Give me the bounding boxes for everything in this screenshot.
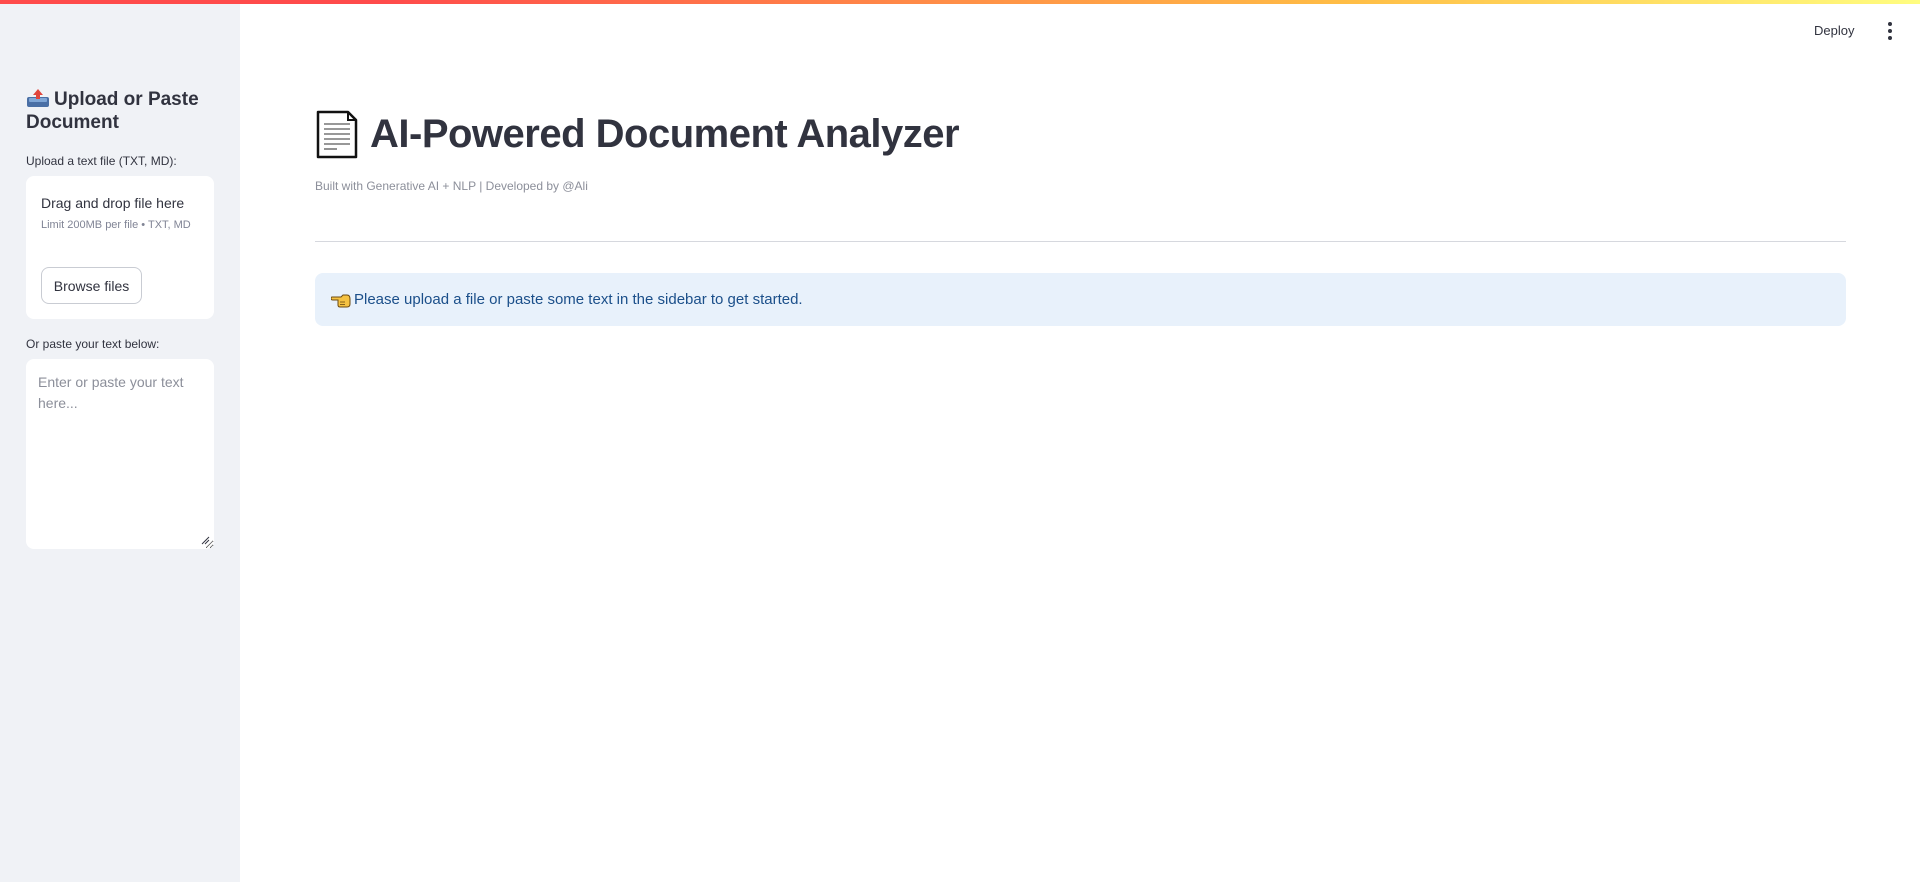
upload-label: Upload a text file (TXT, MD): xyxy=(26,154,177,168)
page-title: AI-Powered Document Analyzer xyxy=(315,110,960,159)
info-alert-text: Please upload a file or paste some text … xyxy=(354,291,803,308)
resize-handle-icon[interactable] xyxy=(200,535,210,545)
page-document-icon xyxy=(316,110,358,159)
page-caption: Built with Generative AI + NLP | Develop… xyxy=(315,179,588,193)
sidebar: Upload or Paste Document Upload a text f… xyxy=(0,0,240,882)
sidebar-header: Upload or Paste Document xyxy=(26,88,226,134)
file-dropzone[interactable]: Drag and drop file here Limit 200MB per … xyxy=(26,176,214,319)
dropzone-title: Drag and drop file here xyxy=(41,195,185,211)
vertical-ellipsis-icon xyxy=(1888,22,1892,26)
browse-files-button[interactable]: Browse files xyxy=(41,267,142,304)
horizontal-divider xyxy=(315,241,1846,242)
sidebar-header-text: Upload or Paste Document xyxy=(26,89,199,133)
paste-label: Or paste your text below: xyxy=(26,337,160,351)
paste-text-area[interactable] xyxy=(26,359,214,549)
pointing-left-hand-icon xyxy=(331,294,351,307)
dropzone-limit: Limit 200MB per file • TXT, MD xyxy=(41,219,191,231)
page-title-text: AI-Powered Document Analyzer xyxy=(370,112,960,156)
outbox-tray-icon xyxy=(27,89,49,107)
top-decoration-bar xyxy=(0,0,1920,4)
info-alert: Please upload a file or paste some text … xyxy=(315,273,1846,326)
deploy-button[interactable]: Deploy xyxy=(1814,20,1854,42)
main-menu-button[interactable] xyxy=(1880,20,1900,42)
